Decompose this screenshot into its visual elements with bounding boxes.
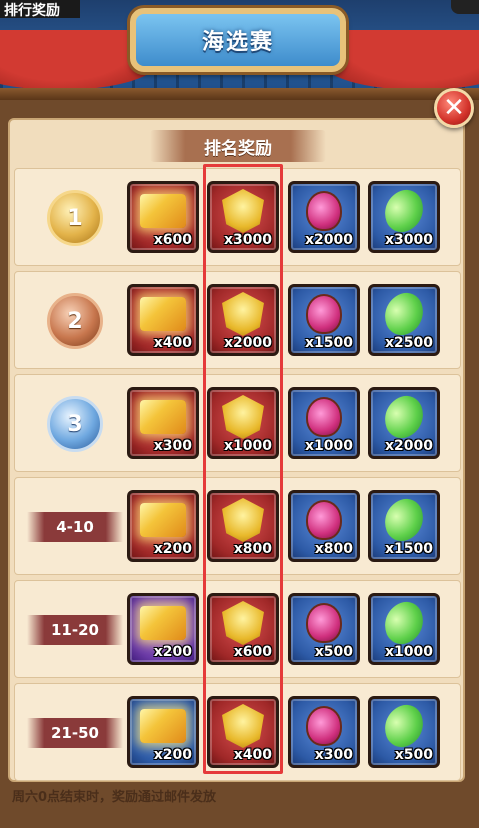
reward-quantity: x1000: [305, 438, 353, 454]
gold-badge-icon: [210, 600, 276, 646]
rank-slot: 11-20: [25, 589, 125, 671]
rank-slot: 2: [25, 280, 125, 362]
window-title: 海选赛: [130, 8, 346, 72]
reward-quantity: x200: [153, 541, 192, 557]
top-right-corner: [451, 0, 479, 14]
treasure-chest-icon: [130, 497, 196, 543]
reward-row: 11-20 x200 x600 x500 x1000: [14, 580, 461, 678]
rank-range-label: 4-10: [27, 512, 123, 542]
reward-quantity: x2000: [385, 438, 433, 454]
top-left-label: 排行奖励: [0, 0, 80, 18]
gold-badge-icon: [210, 394, 276, 440]
reward-row: 3 x300 x1000 x1000 x2000: [14, 374, 461, 472]
reward-item[interactable]: x2000: [368, 387, 440, 459]
green-gem-icon: [371, 288, 437, 340]
green-gem-icon: [371, 185, 437, 237]
rank-slot: 21-50: [25, 692, 125, 774]
reward-quantity: x1000: [385, 644, 433, 660]
rank-slot: 1: [25, 177, 125, 259]
green-gem-icon: [371, 597, 437, 649]
reward-item[interactable]: x1000: [288, 387, 360, 459]
reward-quantity: x3000: [224, 232, 272, 248]
reward-item[interactable]: x500: [368, 696, 440, 768]
reward-quantity: x800: [233, 541, 272, 557]
reward-quantity: x600: [153, 232, 192, 248]
reward-item[interactable]: x2500: [368, 284, 440, 356]
section-header: 排名奖励: [150, 130, 326, 162]
green-gem-icon: [371, 494, 437, 546]
reward-quantity: x2500: [385, 335, 433, 351]
reward-item[interactable]: x600: [207, 593, 279, 665]
treasure-chest-icon: [130, 291, 196, 337]
reward-item[interactable]: x500: [288, 593, 360, 665]
reward-item[interactable]: x200: [127, 593, 199, 665]
reward-quantity: x300: [314, 747, 353, 763]
gold-badge-icon: [210, 291, 276, 337]
roof-eave: [0, 88, 479, 100]
reward-item[interactable]: x3000: [207, 181, 279, 253]
potion-icon: [291, 703, 357, 749]
potion-icon: [291, 394, 357, 440]
gold-badge-icon: [210, 188, 276, 234]
reward-quantity: x3000: [385, 232, 433, 248]
potion-icon: [291, 188, 357, 234]
reward-quantity: x800: [314, 541, 353, 557]
rank-medal-icon: 1: [47, 190, 103, 246]
rank-range-label: 11-20: [27, 615, 123, 645]
reward-row: 2 x400 x2000 x1500 x2500: [14, 271, 461, 369]
treasure-chest-icon: [130, 394, 196, 440]
treasure-chest-icon: [130, 188, 196, 234]
potion-icon: [291, 600, 357, 646]
treasure-chest-icon: [130, 703, 196, 749]
reward-quantity: x200: [153, 644, 192, 660]
footer-note: 周六0点结束时，奖励通过邮件发放: [12, 790, 217, 805]
reward-quantity: x1500: [385, 541, 433, 557]
reward-item[interactable]: x200: [127, 490, 199, 562]
reward-item[interactable]: x200: [127, 696, 199, 768]
reward-item[interactable]: x300: [127, 387, 199, 459]
reward-item[interactable]: x2000: [207, 284, 279, 356]
reward-quantity: x500: [394, 747, 433, 763]
rank-medal-icon: 2: [47, 293, 103, 349]
rank-slot: 4-10: [25, 486, 125, 568]
potion-icon: [291, 497, 357, 543]
treasure-chest-icon: [130, 600, 196, 646]
reward-item[interactable]: x400: [127, 284, 199, 356]
reward-row: 1 x600 x3000 x2000 x3000: [14, 168, 461, 266]
reward-item[interactable]: x800: [207, 490, 279, 562]
reward-quantity: x400: [233, 747, 272, 763]
reward-item[interactable]: x1000: [368, 593, 440, 665]
reward-item[interactable]: x300: [288, 696, 360, 768]
reward-quantity: x200: [153, 747, 192, 763]
reward-item[interactable]: x2000: [288, 181, 360, 253]
rank-medal-icon: 3: [47, 396, 103, 452]
green-gem-icon: [371, 700, 437, 752]
reward-item[interactable]: x1500: [368, 490, 440, 562]
reward-row: 21-50 x200 x400 x300 x500: [14, 683, 461, 781]
reward-row: 4-10 x200 x800 x800 x1500: [14, 477, 461, 575]
reward-quantity: x500: [314, 644, 353, 660]
reward-quantity: x1500: [305, 335, 353, 351]
reward-quantity: x1000: [224, 438, 272, 454]
potion-icon: [291, 291, 357, 337]
reward-quantity: x2000: [305, 232, 353, 248]
close-icon: ✕: [443, 93, 465, 123]
reward-quantity: x400: [153, 335, 192, 351]
close-button[interactable]: ✕: [434, 88, 474, 128]
gold-badge-icon: [210, 703, 276, 749]
reward-quantity: x2000: [224, 335, 272, 351]
green-gem-icon: [371, 391, 437, 443]
reward-item[interactable]: x800: [288, 490, 360, 562]
rank-slot: 3: [25, 383, 125, 465]
reward-item[interactable]: x1000: [207, 387, 279, 459]
reward-item[interactable]: x1500: [288, 284, 360, 356]
gold-badge-icon: [210, 497, 276, 543]
rank-range-label: 21-50: [27, 718, 123, 748]
reward-item[interactable]: x400: [207, 696, 279, 768]
reward-item[interactable]: x600: [127, 181, 199, 253]
reward-item[interactable]: x3000: [368, 181, 440, 253]
reward-quantity: x300: [153, 438, 192, 454]
reward-quantity: x600: [233, 644, 272, 660]
